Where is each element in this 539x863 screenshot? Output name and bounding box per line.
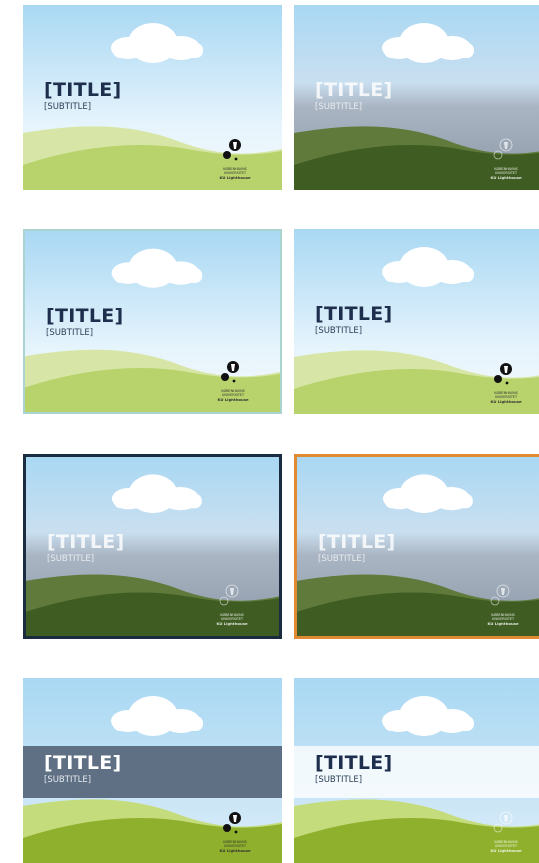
slide-title: [TITLE] — [315, 752, 393, 774]
lighthouse-icon — [494, 363, 512, 385]
thumb-4[interactable]: [TITLE] [SUBTITLE] KØBENHAVNS UNIVERSITE… — [294, 229, 539, 414]
logo-brand: KU Lighthouse — [490, 848, 522, 853]
slide-title: [TITLE] — [44, 79, 122, 101]
lighthouse-icon — [493, 811, 513, 833]
lighthouse-icon — [490, 584, 510, 606]
slide-subtitle: [SUBTITLE] — [44, 102, 92, 112]
slide-subtitle: [SUBTITLE] — [315, 326, 363, 336]
logo-brand: KU Lighthouse — [219, 848, 251, 853]
thumb-6[interactable]: [TITLE] [SUBTITLE] KØBENHAVNS UNIVERSITE… — [294, 454, 539, 639]
slide-subtitle: [SUBTITLE] — [315, 775, 363, 785]
slide-subtitle: [SUBTITLE] — [44, 775, 92, 785]
thumb-2[interactable]: [TITLE] [SUBTITLE] KØBENHAVNS UNIVERSITE… — [294, 5, 539, 190]
logo-brand: KU Lighthouse — [217, 397, 249, 402]
thumb-5[interactable]: [TITLE] [SUBTITLE] KØBENHAVNS UNIVERSITE… — [23, 454, 282, 639]
thumb-8[interactable]: [TITLE] [SUBTITLE] KØBENHAVNS UNIVERSITE… — [294, 678, 539, 863]
logo-brand: KU Lighthouse — [490, 399, 522, 404]
logo-brand: KU Lighthouse — [487, 621, 519, 626]
logo: KØBENHAVNS UNIVERSITET KU Lighthouse — [489, 136, 523, 182]
slide-title: [TITLE] — [46, 305, 124, 327]
lighthouse-icon — [219, 584, 239, 606]
slide-subtitle: [SUBTITLE] — [315, 102, 363, 112]
slide-title: [TITLE] — [315, 79, 393, 101]
lighthouse-icon — [493, 138, 513, 160]
logo: KØBENHAVNS UNIVERSITET KU Lighthouse — [489, 360, 523, 406]
lighthouse-icon — [223, 139, 241, 161]
logo: KØBENHAVNS UNIVERSITET KU Lighthouse — [215, 582, 249, 628]
logo: KØBENHAVNS UNIVERSITET KU Lighthouse — [218, 809, 252, 855]
logo: KØBENHAVNS UNIVERSITET KU Lighthouse — [218, 136, 252, 182]
slide-title: [TITLE] — [315, 303, 393, 325]
logo-brand: KU Lighthouse — [490, 175, 522, 180]
slide-title: [TITLE] — [44, 752, 122, 774]
logo: KØBENHAVNS UNIVERSITET KU Lighthouse — [216, 358, 250, 404]
lighthouse-icon — [223, 812, 241, 834]
slide-title: [TITLE] — [47, 531, 125, 553]
slide-subtitle: [SUBTITLE] — [318, 554, 366, 564]
slide-subtitle: [SUBTITLE] — [46, 328, 94, 338]
slide-subtitle: [SUBTITLE] — [47, 554, 95, 564]
logo-brand: KU Lighthouse — [216, 621, 248, 626]
lighthouse-icon — [221, 361, 239, 383]
thumb-3[interactable]: [TITLE] [SUBTITLE] KØBENHAVNS UNIVERSITE… — [23, 229, 282, 414]
slide-title: [TITLE] — [318, 531, 396, 553]
logo-brand: KU Lighthouse — [219, 175, 251, 180]
thumb-7[interactable]: [TITLE] [SUBTITLE] KØBENHAVNS UNIVERSITE… — [23, 678, 282, 863]
logo: KØBENHAVNS UNIVERSITET KU Lighthouse — [489, 809, 523, 855]
logo: KØBENHAVNS UNIVERSITET KU Lighthouse — [486, 582, 520, 628]
thumb-1[interactable]: [TITLE] [SUBTITLE] KØBENHAVNS UNIVERSITE… — [23, 5, 282, 190]
